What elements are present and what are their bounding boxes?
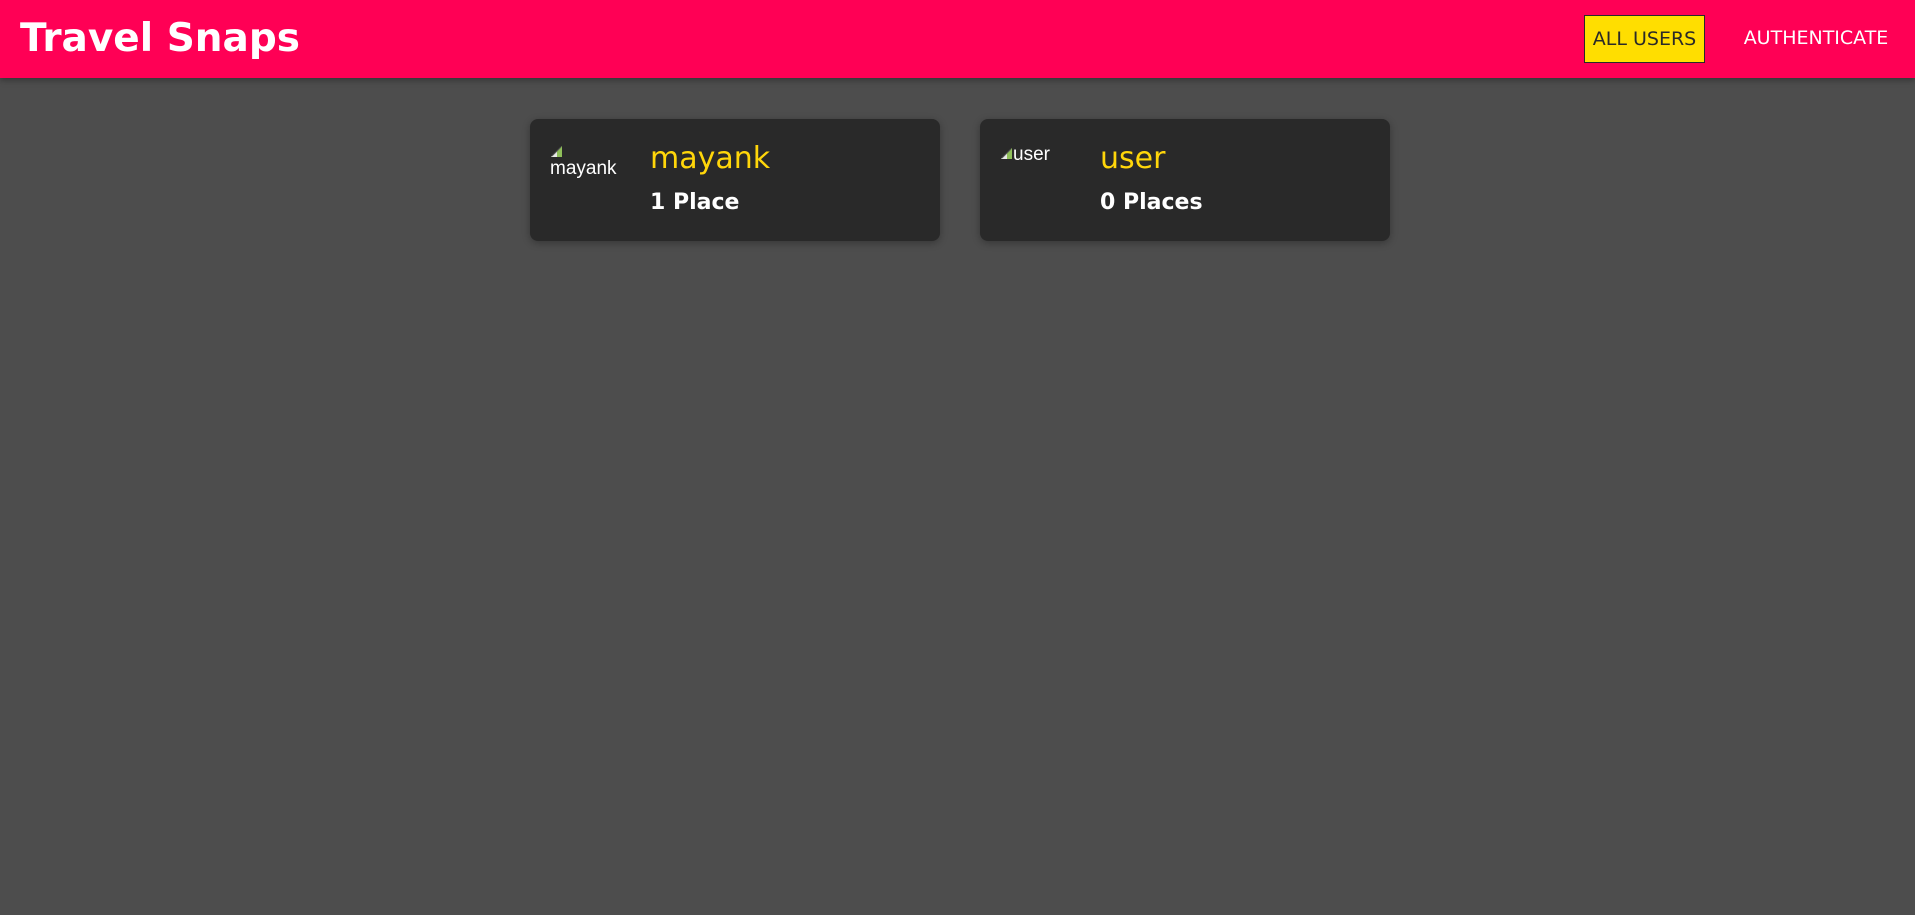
user-avatar[interactable]: user: [1000, 144, 1080, 184]
user-name: user: [1100, 141, 1166, 176]
user-card-mayank[interactable]: mayank mayank 1 Place: [530, 119, 940, 241]
user-place-count: 0 Places: [1100, 190, 1203, 215]
broken-image-icon: [1001, 148, 1012, 159]
user-avatar[interactable]: mayank: [550, 145, 630, 185]
broken-image-icon: [551, 146, 562, 157]
user-place-count: 1 Place: [650, 190, 740, 215]
user-name: mayank: [650, 141, 771, 176]
users-list: mayank mayank 1 Place user user 0 Places: [0, 0, 1915, 915]
avatar-alt-text: mayank: [550, 158, 617, 179]
avatar-alt-text: user: [1013, 144, 1050, 165]
user-card-user[interactable]: user user 0 Places: [980, 119, 1390, 241]
